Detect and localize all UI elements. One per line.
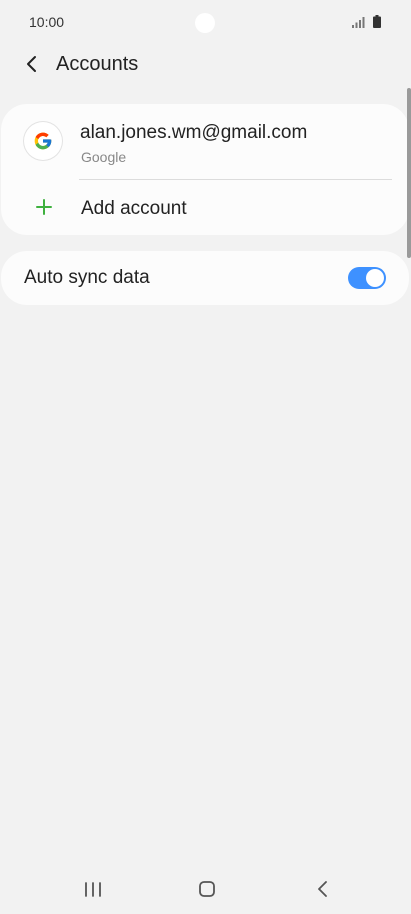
page-title: Accounts [56, 53, 139, 75]
status-bar: 10:00 [0, 0, 411, 46]
auto-sync-label: Auto sync data [24, 267, 150, 288]
google-logo-icon [24, 122, 62, 160]
account-email: alan.jones.wm@gmail.com [80, 122, 308, 143]
status-time: 10:00 [29, 14, 65, 30]
accounts-card: alan.jones.wm@gmail.com Google Add accou… [1, 104, 409, 235]
signal-icon [352, 17, 365, 28]
auto-sync-card: Auto sync data [1, 251, 409, 305]
home-icon[interactable] [192, 876, 222, 902]
account-provider: Google [81, 149, 127, 165]
chevron-left-icon[interactable] [20, 52, 44, 76]
battery-icon [373, 15, 381, 28]
back-icon[interactable] [308, 876, 338, 902]
auto-sync-toggle[interactable] [348, 267, 386, 289]
navigation-bar [0, 862, 411, 914]
camera-cutout [195, 13, 215, 33]
plus-icon [36, 199, 52, 215]
divider [79, 179, 392, 180]
recents-icon[interactable] [78, 876, 108, 902]
scrollbar[interactable] [407, 88, 411, 258]
add-account-button[interactable]: Add account [1, 181, 409, 235]
toggle-knob [366, 269, 384, 287]
account-item-google[interactable]: alan.jones.wm@gmail.com Google [1, 104, 409, 178]
add-account-label: Add account [81, 198, 187, 219]
app-bar: Accounts [0, 46, 411, 86]
